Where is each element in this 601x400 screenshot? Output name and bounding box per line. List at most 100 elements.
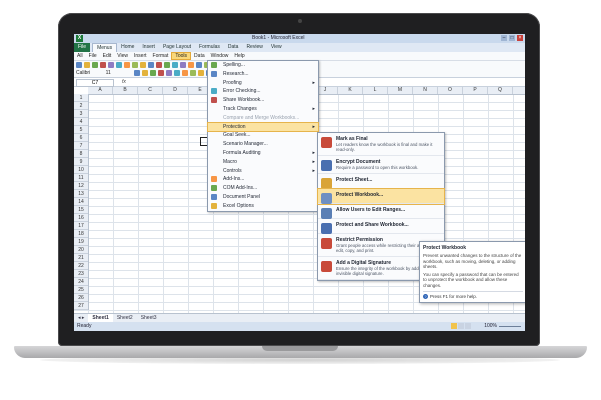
menu-help[interactable]: Help — [231, 52, 247, 60]
tab-data[interactable]: Data — [224, 43, 243, 52]
toolbar-button-icon[interactable] — [196, 62, 202, 68]
menu-view[interactable]: View — [114, 52, 131, 60]
row-header[interactable]: 16 — [74, 214, 88, 222]
name-box[interactable]: C7 — [76, 79, 114, 87]
tools-menu-item[interactable]: Macro ▸ — [208, 158, 318, 167]
toolbar-button-icon[interactable] — [100, 62, 106, 68]
row-header[interactable]: 18 — [74, 230, 88, 238]
excel-app-icon[interactable]: X — [76, 35, 83, 42]
protection-menu-item[interactable]: Mark as Final Let readers know the workbo… — [318, 133, 444, 156]
toolbar-button-icon[interactable] — [76, 62, 82, 68]
tooltip-help[interactable]: ? Press F1 for more help. — [423, 291, 523, 299]
column-header[interactable]: D — [163, 87, 188, 94]
column-header[interactable]: P — [463, 87, 488, 94]
row-header[interactable]: 11 — [74, 174, 88, 182]
tools-menu-item[interactable]: Track Changes ▸ — [208, 105, 318, 114]
row-header[interactable]: 24 — [74, 278, 88, 286]
sheet-tab-sheet1[interactable]: Sheet1 — [88, 314, 113, 322]
toolbar-button-icon[interactable] — [116, 62, 122, 68]
sheet-nav-icon[interactable]: ◂ ▸ — [74, 314, 88, 322]
tools-menu-item[interactable]: Goal Seek... — [208, 131, 318, 140]
protection-menu-item[interactable]: Protect and Share Workbook... — [318, 219, 444, 234]
format-button-icon[interactable] — [158, 70, 164, 76]
protection-menu-item[interactable]: Protect Sheet... — [318, 174, 444, 189]
toolbar-button-icon[interactable] — [108, 62, 114, 68]
toolbar-button-icon[interactable] — [156, 62, 162, 68]
tools-menu-item[interactable]: Add-Ins... — [208, 175, 318, 184]
row-header[interactable]: 9 — [74, 158, 88, 166]
row-header[interactable]: 23 — [74, 270, 88, 278]
tools-menu-item[interactable]: Formula Auditing ▸ — [208, 149, 318, 158]
row-header[interactable]: 6 — [74, 134, 88, 142]
menu-insert[interactable]: Insert — [131, 52, 150, 60]
row-header[interactable]: 14 — [74, 198, 88, 206]
format-button-icon[interactable] — [174, 70, 180, 76]
tab-insert[interactable]: Insert — [138, 43, 159, 52]
menu-edit[interactable]: Edit — [100, 52, 115, 60]
tab-review[interactable]: Review — [242, 43, 266, 52]
row-header[interactable]: 4 — [74, 118, 88, 126]
toolbar-button-icon[interactable] — [84, 62, 90, 68]
zoom-level[interactable]: 100% — [484, 323, 497, 329]
tools-menu-item[interactable]: Document Panel — [208, 193, 318, 202]
menu-format[interactable]: Format — [150, 52, 172, 60]
column-header[interactable]: K — [338, 87, 363, 94]
column-header[interactable]: A — [88, 87, 113, 94]
column-header[interactable]: C — [138, 87, 163, 94]
row-header[interactable]: 7 — [74, 142, 88, 150]
sheet-tab-sheet3[interactable]: Sheet3 — [137, 314, 161, 322]
tab-formulas[interactable]: Formulas — [195, 43, 224, 52]
zoom-slider[interactable] — [499, 326, 521, 327]
toolbar-button-icon[interactable] — [188, 62, 194, 68]
tools-menu-item[interactable]: Proofing ▸ — [208, 79, 318, 88]
row-header[interactable]: 26 — [74, 294, 88, 302]
row-header[interactable]: 19 — [74, 238, 88, 246]
page-break-view-icon[interactable] — [465, 323, 471, 329]
tab-page-layout[interactable]: Page Layout — [159, 43, 195, 52]
column-header[interactable]: N — [413, 87, 438, 94]
toolbar-button-icon[interactable] — [92, 62, 98, 68]
column-header[interactable]: Q — [488, 87, 513, 94]
tools-menu-item[interactable]: Scenario Manager... — [208, 140, 318, 149]
tab-home[interactable]: Home — [117, 43, 138, 52]
row-header[interactable]: 15 — [74, 206, 88, 214]
fx-icon[interactable]: fx — [122, 79, 126, 85]
tools-menu-item[interactable]: Excel Options — [208, 202, 318, 211]
menu-file[interactable]: File — [86, 52, 100, 60]
tools-menu-item[interactable]: Protection ▸ — [207, 121, 319, 133]
protection-menu-item[interactable]: Encrypt Document Require a password to op… — [318, 156, 444, 174]
tools-menu-item[interactable]: COM Add-Ins... — [208, 184, 318, 193]
tools-menu-item[interactable]: Error Checking... — [208, 87, 318, 96]
row-header[interactable]: 2 — [74, 102, 88, 110]
format-button-icon[interactable] — [134, 70, 140, 76]
row-header[interactable]: 17 — [74, 222, 88, 230]
row-header[interactable]: 1 — [74, 94, 88, 102]
page-layout-view-icon[interactable] — [458, 323, 464, 329]
format-button-icon[interactable] — [142, 70, 148, 76]
tools-menu-item[interactable]: Compare and Merge Workbooks... — [208, 114, 318, 123]
tab-file[interactable]: File — [74, 43, 91, 52]
format-button-icon[interactable] — [150, 70, 156, 76]
row-header[interactable]: 22 — [74, 262, 88, 270]
tools-menu-item[interactable]: Spelling... — [208, 61, 318, 70]
toolbar-button-icon[interactable] — [148, 62, 154, 68]
column-header[interactable]: O — [438, 87, 463, 94]
minimize-icon[interactable]: – — [501, 35, 507, 41]
format-button-icon[interactable] — [182, 70, 188, 76]
row-header[interactable]: 13 — [74, 190, 88, 198]
row-header[interactable]: 20 — [74, 246, 88, 254]
protection-menu-item[interactable]: Protect Workbook... — [317, 188, 445, 205]
row-header[interactable]: 5 — [74, 126, 88, 134]
tab-menus[interactable]: Menus — [92, 43, 118, 52]
column-header[interactable]: M — [388, 87, 413, 94]
row-header[interactable]: 3 — [74, 110, 88, 118]
column-header[interactable]: L — [363, 87, 388, 94]
tools-menu-item[interactable]: Research... — [208, 70, 318, 79]
row-header[interactable]: 10 — [74, 166, 88, 174]
row-header[interactable]: 8 — [74, 150, 88, 158]
tools-menu-item[interactable]: Share Workbook... — [208, 96, 318, 105]
toolbar-button-icon[interactable] — [140, 62, 146, 68]
toolbar-button-icon[interactable] — [164, 62, 170, 68]
toolbar-button-icon[interactable] — [172, 62, 178, 68]
format-button-icon[interactable] — [198, 70, 204, 76]
